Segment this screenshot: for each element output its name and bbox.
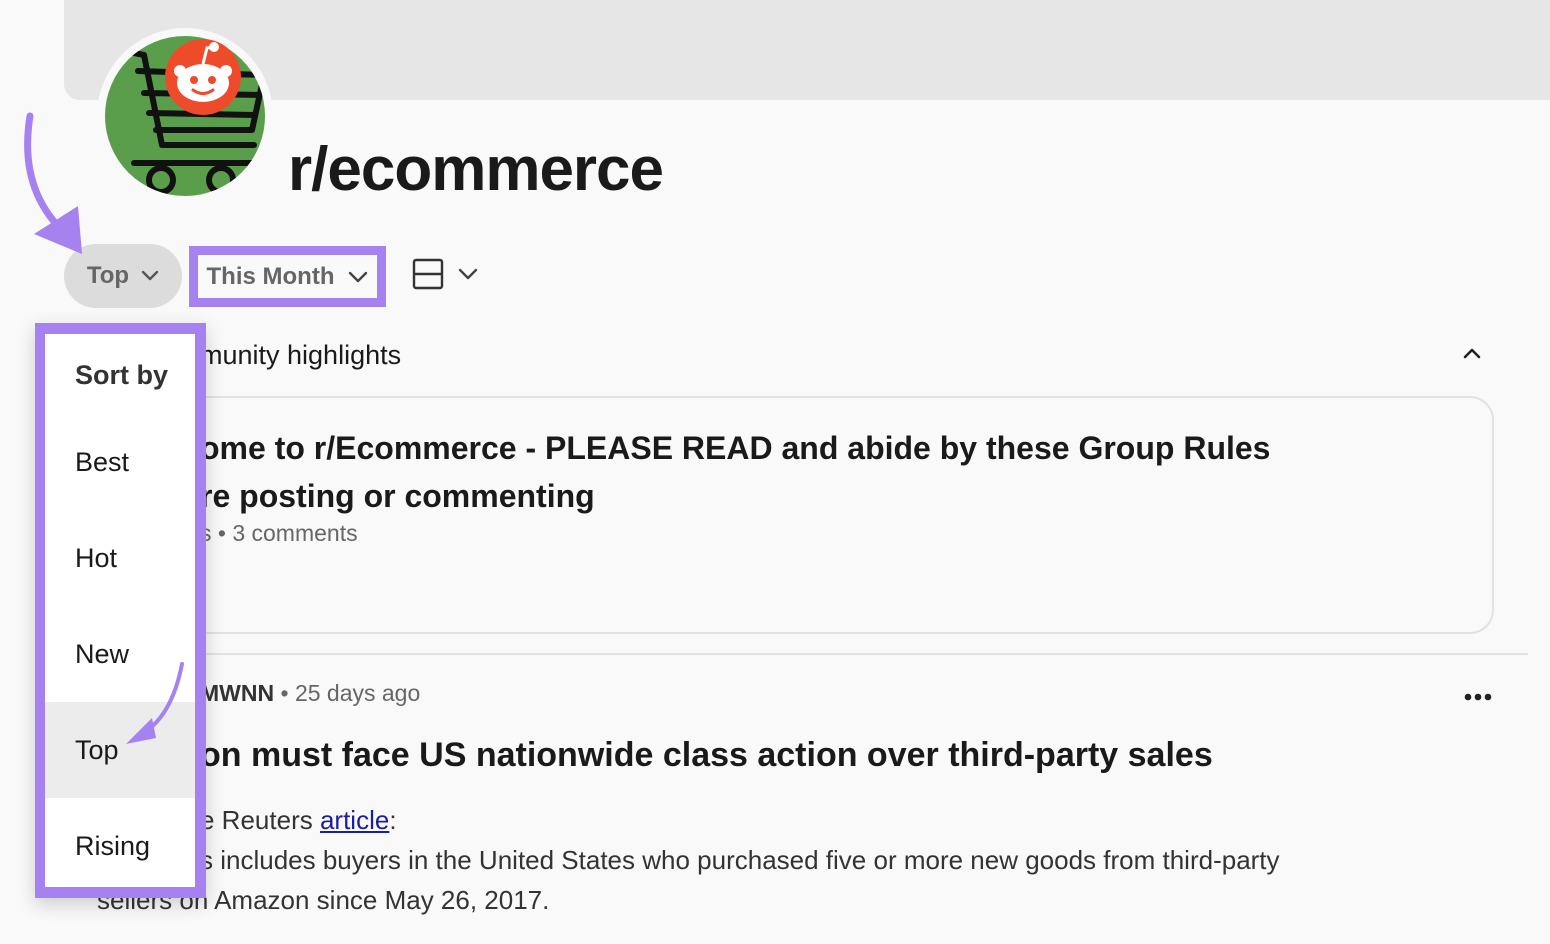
- community-banner: [64, 0, 1550, 100]
- sort-option-best[interactable]: Best: [45, 414, 195, 510]
- time-range-dropdown-button[interactable]: This Month: [189, 246, 386, 307]
- pinned-post-title[interactable]: ome to r/Ecommerce - PLEASE READ and abi…: [200, 424, 1400, 520]
- sort-menu: Sort by Best Hot New Top Rising: [45, 334, 195, 887]
- chevron-down-icon: [458, 268, 478, 280]
- pinned-post-meta: s • 3 comments: [200, 520, 358, 546]
- post-title[interactable]: on must face US nationwide class action …: [200, 736, 1213, 775]
- chevron-down-icon: [141, 270, 159, 281]
- post-body-line-1: e Reuters article:: [200, 805, 397, 835]
- annotation-arrow-icon: [24, 112, 82, 254]
- shopping-cart-icon: [105, 36, 265, 196]
- sort-dropdown-button[interactable]: Top: [64, 244, 182, 308]
- divider: [150, 653, 1528, 655]
- time-range-label: This Month: [206, 262, 335, 290]
- reddit-logo-icon: [165, 39, 241, 115]
- post-body-line-3: sellers on Amazon since May 26, 2017.: [97, 885, 550, 915]
- community-avatar[interactable]: [97, 28, 273, 204]
- post-body-line-2: s includes buyers in the United States w…: [200, 845, 1280, 875]
- view-mode-button[interactable]: [412, 258, 478, 290]
- meta-separator: •: [280, 680, 295, 706]
- sort-label: Top: [86, 262, 130, 289]
- post-age: 25 days ago: [294, 680, 421, 706]
- subreddit-title: r/ecommerce: [288, 135, 664, 204]
- community-highlights-heading: munity highlights: [200, 340, 402, 370]
- more-options-icon[interactable]: [1464, 688, 1492, 706]
- post-author[interactable]: MWNN: [200, 680, 274, 706]
- chevron-up-icon[interactable]: [1462, 346, 1482, 365]
- sort-option-top[interactable]: Top: [45, 702, 195, 798]
- post-body: e Reuters article: s includes buyers in …: [97, 800, 1477, 920]
- sort-menu-header: Sort by: [75, 360, 169, 390]
- article-link[interactable]: article: [320, 805, 389, 835]
- sort-option-hot[interactable]: Hot: [45, 510, 195, 606]
- sort-option-rising[interactable]: Rising: [45, 798, 195, 894]
- post-meta: MWNN • 25 days ago: [200, 680, 420, 707]
- chevron-down-icon: [349, 271, 368, 282]
- card-view-icon: [412, 258, 444, 290]
- sort-option-new[interactable]: New: [45, 606, 195, 702]
